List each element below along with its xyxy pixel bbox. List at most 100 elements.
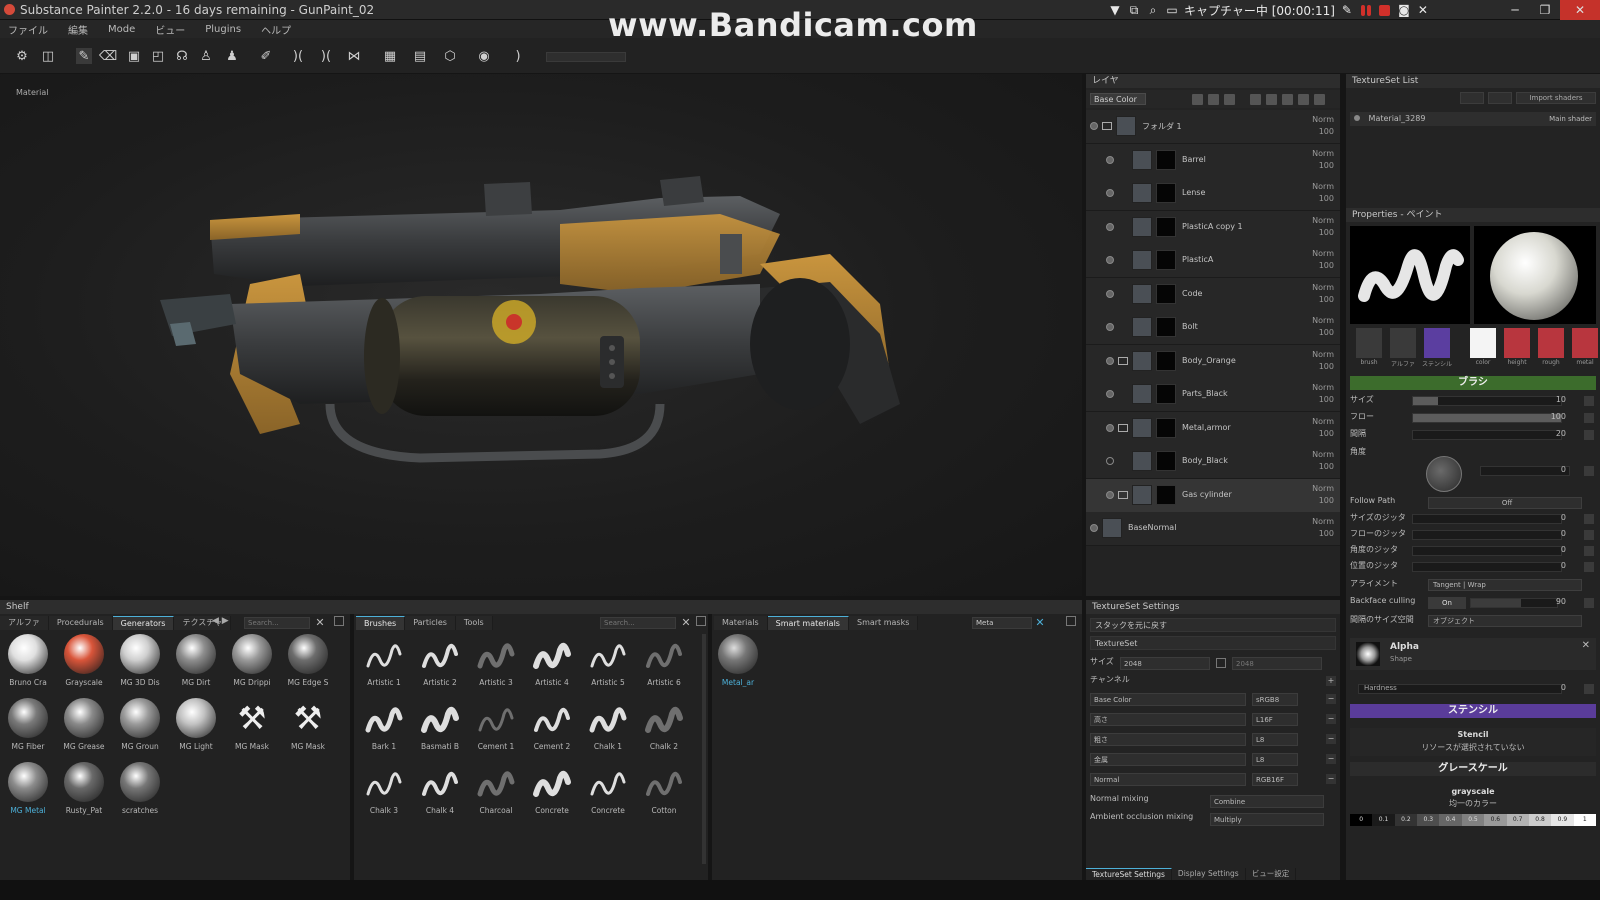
backface-toggle[interactable]: On <box>1428 597 1466 609</box>
layer-row[interactable]: Code Norm 100 <box>1086 277 1340 312</box>
layer-mask-thumbnail[interactable] <box>1156 250 1176 270</box>
camera-tool-icon[interactable]: ⚙ <box>14 48 30 64</box>
add-folder-icon[interactable] <box>1298 94 1309 105</box>
instance-icon[interactable] <box>1282 94 1293 105</box>
settings-tab[interactable]: ビュー設定 <box>1245 868 1297 880</box>
generator-tile[interactable]: Rusty_Pat <box>58 762 110 824</box>
layer-mask-thumbnail[interactable] <box>1156 149 1176 170</box>
brush-search-input[interactable]: Search... <box>600 617 676 629</box>
visibility-eye-icon[interactable] <box>1106 390 1114 398</box>
generator-tile[interactable]: Grayscale <box>58 634 110 696</box>
shelf-search-clear-icon[interactable]: ✕ <box>314 616 326 630</box>
jitter-slider[interactable] <box>1412 546 1562 556</box>
layer-blend-mode[interactable]: Norm 100 <box>1312 382 1334 406</box>
param-edit-icon[interactable] <box>1584 413 1594 423</box>
layer-blend-mode[interactable]: Norm 100 <box>1312 416 1334 440</box>
shelf-search-input[interactable]: Search... <box>244 617 310 629</box>
generator-tile[interactable]: scratches <box>114 762 166 824</box>
remove-channel-icon[interactable]: − <box>1326 734 1336 744</box>
channel-slot-2[interactable] <box>1424 328 1450 358</box>
picker-icon[interactable]: ✐ <box>258 48 274 64</box>
grayscale-step[interactable]: 0.8 <box>1528 814 1552 826</box>
mirror-icon[interactable]: )( <box>318 48 334 64</box>
grayscale-step[interactable]: 0.9 <box>1551 814 1574 826</box>
visibility-eye-icon[interactable] <box>1106 289 1114 298</box>
material-search-input[interactable]: Meta <box>972 617 1032 629</box>
layer-row[interactable]: Barrel Norm 100 <box>1086 143 1340 178</box>
projection-icon[interactable]: ▣ <box>126 48 142 64</box>
layer-blend-mode[interactable]: Norm 100 <box>1312 315 1334 339</box>
add-fill-icon[interactable] <box>1250 94 1261 105</box>
param-slider[interactable] <box>1412 396 1562 406</box>
layer-blend-mode[interactable]: Norm 100 <box>1312 483 1334 507</box>
jitter-slider[interactable] <box>1412 530 1562 540</box>
add-paint-icon[interactable] <box>1224 94 1235 105</box>
screen-icon[interactable]: ▭ <box>1165 3 1179 17</box>
layer-blend-mode[interactable]: Norm 100 <box>1312 349 1334 373</box>
channel-format-select[interactable]: RGB16F <box>1252 773 1298 786</box>
brush-section-header[interactable]: ブラシ <box>1350 376 1596 390</box>
menu-edit[interactable]: 編集 <box>68 22 88 37</box>
channel-slot-1[interactable] <box>1390 328 1416 358</box>
generator-tile[interactable]: ⚒ MG Mask <box>282 698 334 760</box>
grayscale-step[interactable]: 0.5 <box>1461 814 1485 826</box>
brush-tile[interactable]: Artistic 5 <box>582 634 634 696</box>
brush-tab[interactable]: Tools <box>455 616 493 630</box>
maximize-button[interactable]: ❐ <box>1530 0 1560 20</box>
remove-channel-icon[interactable]: − <box>1326 694 1336 704</box>
alpha-slot[interactable]: Alpha Shape ✕ <box>1350 638 1596 670</box>
channel-format-select[interactable]: L8 <box>1252 733 1298 746</box>
generator-tile[interactable]: MG Edge S <box>282 634 334 696</box>
jitter-edit-icon[interactable] <box>1584 546 1594 556</box>
material-search-clear-icon[interactable]: ✕ <box>1034 616 1046 630</box>
textureset-option-2[interactable] <box>1488 92 1512 104</box>
cube-icon[interactable]: ⬡ <box>442 48 458 64</box>
symmetry-icon[interactable]: )( <box>290 48 306 64</box>
shader-select[interactable]: Main shader <box>1549 112 1592 126</box>
shelf-grid-icon[interactable] <box>334 616 344 626</box>
minimize-button[interactable]: ─ <box>1500 0 1530 20</box>
brush-tile[interactable]: Chalk 2 <box>638 698 690 760</box>
brush-tile[interactable]: Artistic 6 <box>638 634 690 696</box>
angle-slider[interactable] <box>1480 466 1570 476</box>
brush-search-clear-icon[interactable]: ✕ <box>680 616 692 630</box>
grayscale-step[interactable]: 0.2 <box>1394 814 1418 826</box>
stencil-section-header[interactable]: ステンシル <box>1350 704 1596 718</box>
brush-tab[interactable]: Brushes <box>356 616 406 630</box>
textureset-button[interactable]: TextureSet <box>1090 636 1336 650</box>
dropdown-icon[interactable]: ▼ <box>1108 3 1122 17</box>
add-channel-icon[interactable]: + <box>1326 676 1336 686</box>
layer-mask-thumbnail[interactable] <box>1156 384 1176 404</box>
brush-tile[interactable]: Concrete <box>526 762 578 824</box>
nav-arrows[interactable]: ◀ ▶ <box>212 616 229 626</box>
layer-mask-thumbnail[interactable] <box>1156 183 1176 203</box>
brush-tile[interactable]: Artistic 3 <box>470 634 522 696</box>
stack-reset-button[interactable]: スタックを元に戻す <box>1090 618 1336 632</box>
grayscale-step[interactable]: 0.4 <box>1439 814 1462 826</box>
angle-edit-icon[interactable] <box>1584 466 1594 476</box>
delete-layer-icon[interactable] <box>1314 94 1325 105</box>
grayscale-step[interactable]: 0.6 <box>1484 814 1507 826</box>
layer-blend-mode[interactable]: Norm 100 <box>1312 215 1334 239</box>
toolbar-slider[interactable] <box>546 52 626 62</box>
folder-icon[interactable] <box>1118 490 1128 499</box>
param-edit-icon[interactable] <box>1584 396 1594 406</box>
clone-icon[interactable]: ♙ <box>198 48 214 64</box>
shelf-tab[interactable]: アルファ <box>0 616 49 630</box>
grayscale-step[interactable]: 0.1 <box>1372 814 1395 826</box>
menu-file[interactable]: ファイル <box>8 22 48 37</box>
stamp-icon[interactable]: ♟ <box>224 48 240 64</box>
grayscale-step[interactable]: 0.7 <box>1506 814 1529 826</box>
screenshot-icon[interactable]: ◫ <box>40 48 56 64</box>
normal-mixing-select[interactable]: Combine <box>1210 795 1324 808</box>
brush-tile[interactable]: Cotton <box>638 762 690 824</box>
channel-select[interactable]: Base Color <box>1090 93 1146 105</box>
shelf-tab[interactable]: Procedurals <box>48 616 113 630</box>
material-grid-icon[interactable] <box>1066 616 1076 626</box>
material-tile[interactable]: Metal_ar <box>712 634 764 696</box>
layer-row[interactable]: PlasticA Norm 100 <box>1086 244 1340 278</box>
layer-blend-mode[interactable]: Norm 100 <box>1312 148 1334 172</box>
visibility-eye-icon[interactable] <box>1090 524 1098 532</box>
shelf-tab[interactable]: Generators <box>112 616 175 630</box>
folder-icon[interactable] <box>1102 122 1112 130</box>
